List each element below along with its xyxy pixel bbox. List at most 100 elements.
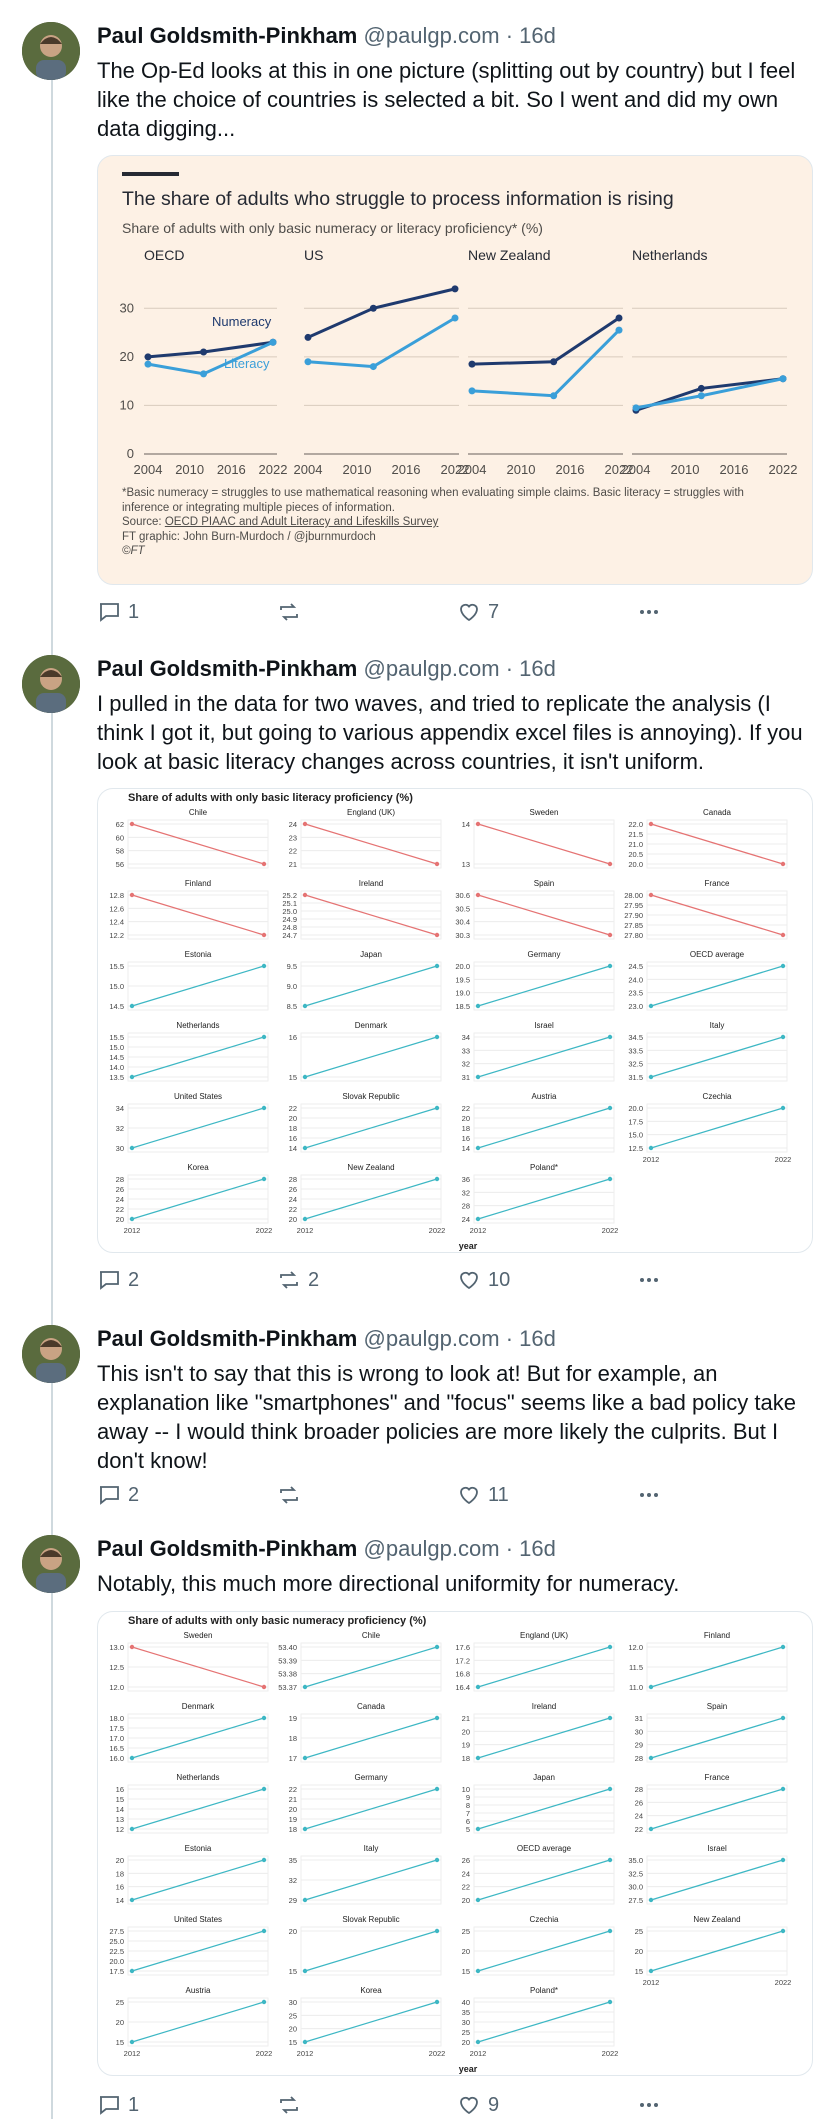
author-name[interactable]: Paul Goldsmith-Pinkham [97,1326,357,1351]
x-tick-label: 2016 [217,462,246,477]
y-tick-label: 10 [120,397,134,412]
author-handle[interactable]: @paulgp.com [364,656,500,681]
y-tick-label: 23.0 [628,1002,643,1011]
y-tick-label: 34.5 [628,1033,643,1042]
author-name[interactable]: Paul Goldsmith-Pinkham [97,656,357,681]
reply-button[interactable]: 2 [97,1480,139,1510]
y-tick-label: 14 [116,1805,124,1814]
more-options-button[interactable] [637,1480,661,1510]
panel-title: Sweden [530,808,559,817]
post-time[interactable]: 16d [519,23,556,48]
y-tick-label: 14 [462,1144,470,1153]
more-options-button[interactable] [637,2090,661,2120]
repost-button[interactable] [277,2090,308,2120]
y-tick-label: 29 [635,1741,643,1750]
separator: · [505,1536,514,1561]
data-point [607,932,613,938]
y-tick-label: 15 [116,2038,124,2047]
y-tick-label: 20 [120,349,134,364]
data-point [648,1074,654,1080]
like-button[interactable]: 11 [457,1480,509,1510]
data-point [261,1105,267,1111]
panel-title: Korea [187,1163,209,1172]
repost-button[interactable] [277,1480,308,1510]
y-tick-label: 19.5 [455,975,470,984]
data-point [369,304,377,312]
y-tick-label: 35 [462,2008,470,2017]
data-point [269,338,277,346]
avatar[interactable] [22,655,80,713]
y-tick-label: 15 [635,1967,643,1976]
data-point [261,932,267,938]
panel-title: France [705,1773,730,1782]
y-tick-label: 19 [289,1815,297,1824]
panel-title: England (UK) [347,808,395,817]
panel-title: OECD average [517,1844,572,1853]
avatar[interactable] [22,1535,80,1593]
y-tick-label: 13.5 [109,1073,124,1082]
y-tick-label: 24.7 [282,931,297,940]
x-tick-label: 2022 [602,1226,619,1235]
author-handle[interactable]: @paulgp.com [364,1326,500,1351]
y-tick-label: 20 [289,1215,297,1224]
y-tick-label: 27.5 [109,1927,124,1936]
separator: · [505,1326,514,1351]
y-tick-label: 28 [635,1754,643,1763]
post-time[interactable]: 16d [519,1326,556,1351]
y-tick-label: 62 [116,820,124,829]
literacy-chart-image[interactable]: Share of adults with only basic literacy… [97,788,813,1253]
y-tick-label: 18 [289,1124,297,1133]
author-handle[interactable]: @paulgp.com [364,1536,500,1561]
author-name[interactable]: Paul Goldsmith-Pinkham [97,1536,357,1561]
avatar[interactable] [22,22,80,80]
reply-button[interactable]: 2 [97,1265,139,1295]
data-point [779,375,787,383]
panel-title: Finland [185,879,211,888]
like-button[interactable]: 7 [457,597,499,627]
y-tick-label: 14 [116,1896,124,1905]
reply-icon [100,1486,119,1505]
series-line-literacy [635,377,784,410]
author-handle[interactable]: @paulgp.com [364,23,500,48]
like-button[interactable]: 10 [457,1265,510,1295]
y-tick-label: 20 [462,2038,470,2047]
data-point [261,1928,267,1934]
y-tick-label: 24 [289,1195,297,1204]
numeracy-chart-image[interactable]: Share of adults with only basic numeracy… [97,1611,813,2076]
repost-button[interactable] [277,597,308,627]
data-point [261,1786,267,1792]
data-point [302,892,308,898]
author-name[interactable]: Paul Goldsmith-Pinkham [97,23,357,48]
post-time[interactable]: 16d [519,1536,556,1561]
y-tick-label: 53.40 [278,1643,297,1652]
y-tick-label: 30.5 [455,904,470,913]
y-tick-label: 18 [289,1734,297,1743]
data-point [129,1074,135,1080]
x-tick-label: 2022 [602,2049,619,2058]
reply-button[interactable]: 1 [97,597,139,627]
panel-title: OECD average [690,950,745,959]
data-point [261,1999,267,2005]
y-tick-label: 18 [116,1869,124,1878]
separator: · [505,656,514,681]
reply-button[interactable]: 1 [97,2090,139,2120]
panel-title: Italy [710,1021,725,1030]
post-actions: 1 7 [97,597,697,627]
y-tick-label: 23 [289,833,297,842]
more-options-button[interactable] [637,597,661,627]
y-tick-label: 20 [116,1856,124,1865]
repost-button[interactable]: 2 [277,1265,319,1295]
data-point [780,861,786,867]
source-link[interactable]: OECD PIAAC and Adult Literacy and Lifesk… [165,516,439,528]
like-button[interactable]: 9 [457,2090,499,2120]
avatar[interactable] [22,1325,80,1383]
post-actions: 1 9 [97,2090,697,2120]
panel-title: Sweden [184,1631,213,1640]
data-point [648,1003,654,1009]
y-tick-label: 0 [127,446,134,461]
panel-title: Finland [704,1631,730,1640]
ft-chart-image[interactable]: The share of adults who struggle to proc… [97,155,813,585]
more-options-button[interactable] [637,1265,661,1295]
post-time[interactable]: 16d [519,656,556,681]
series-label-numeracy: Numeracy [212,314,272,329]
